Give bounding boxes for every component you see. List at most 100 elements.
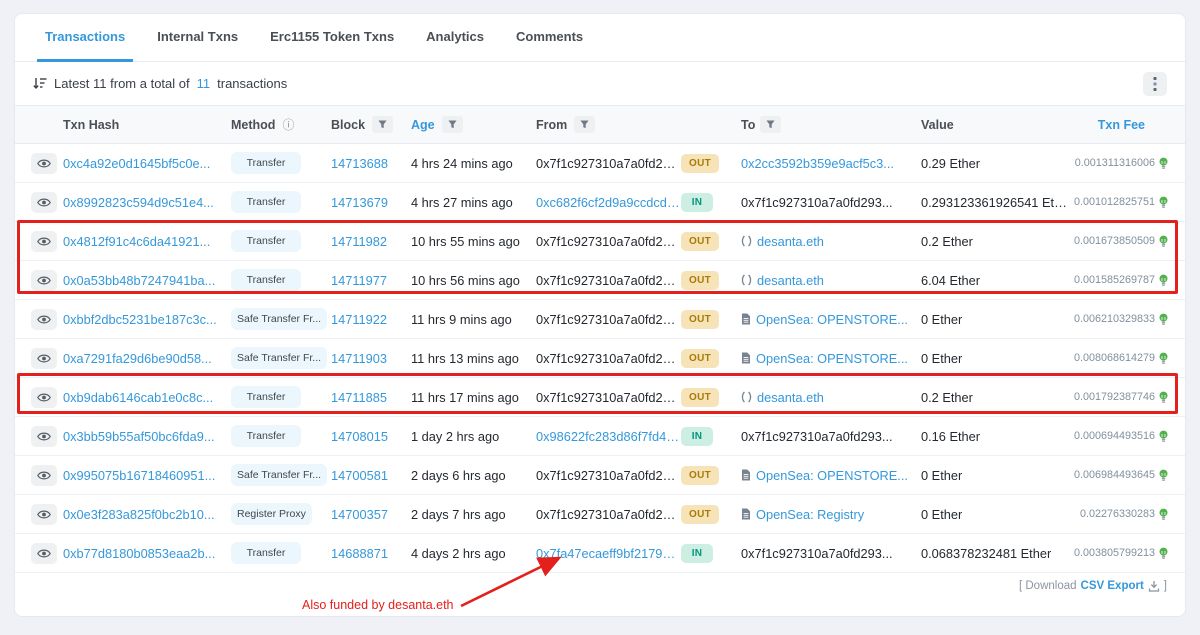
cell-to: desanta.eth bbox=[741, 234, 921, 249]
age-text: 4 hrs 27 mins ago bbox=[411, 195, 513, 210]
view-txn-details-button[interactable] bbox=[31, 270, 57, 291]
view-txn-details-button[interactable] bbox=[31, 426, 57, 447]
age-text: 2 days 6 hrs ago bbox=[411, 468, 506, 483]
txn-hash-link[interactable]: 0x3bb59b55af50bc6fda9... bbox=[63, 429, 215, 444]
txn-hash-link[interactable]: 0x8992823c594d9c51e4... bbox=[63, 195, 214, 210]
txn-hash-link[interactable]: 0x0e3f283a825f0bc2b10... bbox=[63, 507, 215, 522]
table-row: 0x995075b16718460951...Safe Transfer Fr.… bbox=[15, 456, 1185, 495]
table-row: 0x4812f91c4c6da41921...Transfer147119821… bbox=[15, 222, 1185, 261]
cell-value: 0.293123361926541 Ether bbox=[921, 195, 1071, 210]
tab-internal-txns[interactable]: Internal Txns bbox=[149, 14, 246, 62]
to-address-link[interactable]: 0x2cc3592b359e9acf5c3... bbox=[741, 156, 894, 171]
cell-age: 4 hrs 24 mins ago bbox=[411, 156, 536, 171]
value-text: 0.068378232481 Ether bbox=[921, 546, 1051, 561]
table-row: 0x0a53bb48b7247941ba... Transfer 14711977 1… bbox=[15, 261, 1185, 300]
column-label-fee[interactable]: Txn Fee bbox=[1098, 118, 1145, 132]
block-link[interactable]: 14711885 bbox=[331, 390, 387, 405]
cell-txn-fee: 0.006984493645 bbox=[1071, 469, 1169, 482]
cell-to: 0x7f1c927310a7a0fd293... bbox=[741, 546, 921, 561]
to-address-link[interactable]: OpenSea: Registry bbox=[756, 507, 864, 522]
to-address-link[interactable]: desanta.eth bbox=[757, 234, 824, 249]
view-txn-details-button[interactable] bbox=[31, 231, 57, 252]
block-link[interactable]: 14713679 bbox=[331, 195, 388, 210]
to-address-link[interactable]: OpenSea: OPENSTORE... bbox=[756, 468, 908, 483]
gas-lightbulb-icon bbox=[1158, 157, 1169, 170]
tab-erc1155-token-txns[interactable]: Erc1155 Token Txns bbox=[262, 14, 402, 62]
ens-name-icon bbox=[741, 235, 752, 247]
to-address-link[interactable]: desanta.eth bbox=[757, 390, 824, 405]
block-link[interactable]: 14708015 bbox=[331, 429, 388, 444]
to-address-link[interactable]: OpenSea: OPENSTORE... bbox=[756, 312, 908, 327]
cell-from: 0x7f1c927310a7a0fd293... bbox=[536, 234, 681, 249]
csv-export-link[interactable]: CSV Export bbox=[1081, 580, 1144, 592]
direction-badge: OUT bbox=[681, 349, 719, 368]
info-icon: ⓘ bbox=[282, 119, 294, 131]
filter-button-to[interactable] bbox=[760, 116, 781, 133]
eye-icon bbox=[37, 314, 51, 325]
cell-txn-fee: 0.003805799213 bbox=[1071, 547, 1169, 560]
cell-to: desanta.eth bbox=[741, 390, 921, 405]
cell-txn-fee: 0.001585269787 bbox=[1071, 274, 1169, 287]
cell-txn-fee: 0.000694493516 bbox=[1071, 430, 1169, 443]
table-options-button[interactable] bbox=[1143, 72, 1167, 96]
cell-txn-hash: 0xa7291fa29d6be90d58... bbox=[63, 351, 231, 366]
age-text: 4 hrs 24 mins ago bbox=[411, 156, 513, 171]
cell-direction: OUT bbox=[681, 232, 741, 251]
summary-text: Latest 11 from a total of bbox=[54, 76, 190, 91]
to-address-link[interactable]: desanta.eth bbox=[757, 273, 824, 288]
block-link[interactable]: 14711977 bbox=[331, 273, 387, 288]
from-address-link[interactable]: 0x98622fc283d86f7fd4d... bbox=[536, 429, 681, 444]
cell-from: 0x7fa47ecaeff9bf2179e0... bbox=[536, 546, 681, 561]
txn-hash-link[interactable]: 0xbbf2dbc5231be187c3c... bbox=[63, 312, 217, 327]
txn-hash-link[interactable]: 0x995075b16718460951... bbox=[63, 468, 215, 483]
block-link[interactable]: 14700357 bbox=[331, 507, 388, 522]
cell-from: 0x7f1c927310a7a0fd293... bbox=[536, 390, 681, 405]
view-txn-details-button[interactable] bbox=[31, 543, 57, 564]
eye-icon bbox=[37, 353, 51, 364]
block-link[interactable]: 14711982 bbox=[331, 234, 387, 249]
method-badge: Transfer bbox=[231, 269, 301, 291]
funnel-icon bbox=[766, 120, 775, 129]
to-address-link[interactable]: OpenSea: OPENSTORE... bbox=[756, 351, 908, 366]
from-address-link[interactable]: 0x7fa47ecaeff9bf2179e0... bbox=[536, 546, 681, 561]
from-address-link[interactable]: 0xc682f6cf2d9a9ccdcd0... bbox=[536, 195, 681, 210]
column-label-age[interactable]: Age bbox=[411, 118, 435, 132]
view-txn-details-button[interactable] bbox=[31, 465, 57, 486]
view-txn-details-button[interactable] bbox=[31, 192, 57, 213]
block-link[interactable]: 14688871 bbox=[331, 546, 388, 561]
column-label-from: From bbox=[536, 118, 567, 132]
filter-button-from[interactable] bbox=[574, 116, 595, 133]
gas-lightbulb-icon bbox=[1158, 235, 1169, 248]
txn-fee-text: 0.000694493516 bbox=[1074, 430, 1155, 442]
age-text: 4 days 2 hrs ago bbox=[411, 546, 506, 561]
block-link[interactable]: 14711922 bbox=[331, 312, 387, 327]
txn-hash-link[interactable]: 0x4812f91c4c6da41921... bbox=[63, 234, 210, 249]
cell-age: 10 hrs 56 mins ago bbox=[411, 273, 536, 288]
block-link[interactable]: 14700581 bbox=[331, 468, 388, 483]
cell-value: 0.2 Ether bbox=[921, 234, 1071, 249]
view-txn-details-button[interactable] bbox=[31, 348, 57, 369]
txn-hash-link[interactable]: 0x0a53bb48b7247941ba... bbox=[63, 273, 215, 288]
txn-hash-link[interactable]: 0xb77d8180b0853eaa2b... bbox=[63, 546, 215, 561]
cell-direction: OUT bbox=[681, 154, 741, 173]
view-txn-details-button[interactable] bbox=[31, 387, 57, 408]
txn-hash-link[interactable]: 0xb9dab6146cab1e0c8c... bbox=[63, 390, 213, 405]
filter-button-age[interactable] bbox=[442, 116, 463, 133]
block-link[interactable]: 14713688 bbox=[331, 156, 388, 171]
view-txn-details-button[interactable] bbox=[31, 153, 57, 174]
view-txn-details-button[interactable] bbox=[31, 309, 57, 330]
tab-transactions[interactable]: Transactions bbox=[37, 14, 133, 62]
cell-age: 2 days 7 hrs ago bbox=[411, 507, 536, 522]
tab-comments[interactable]: Comments bbox=[508, 14, 591, 62]
txn-hash-link[interactable]: 0xc4a92e0d1645bf5c0e... bbox=[63, 156, 210, 171]
cell-direction: OUT bbox=[681, 310, 741, 329]
cell-direction: OUT bbox=[681, 388, 741, 407]
tab-analytics[interactable]: Analytics bbox=[418, 14, 492, 62]
txn-hash-link[interactable]: 0xa7291fa29d6be90d58... bbox=[63, 351, 212, 366]
block-link[interactable]: 14711903 bbox=[331, 351, 387, 366]
cell-to: OpenSea: OPENSTORE... bbox=[741, 468, 921, 483]
ens-name-icon bbox=[741, 274, 752, 286]
method-badge: Transfer bbox=[231, 425, 301, 447]
view-txn-details-button[interactable] bbox=[31, 504, 57, 525]
filter-button-block[interactable] bbox=[372, 116, 393, 133]
